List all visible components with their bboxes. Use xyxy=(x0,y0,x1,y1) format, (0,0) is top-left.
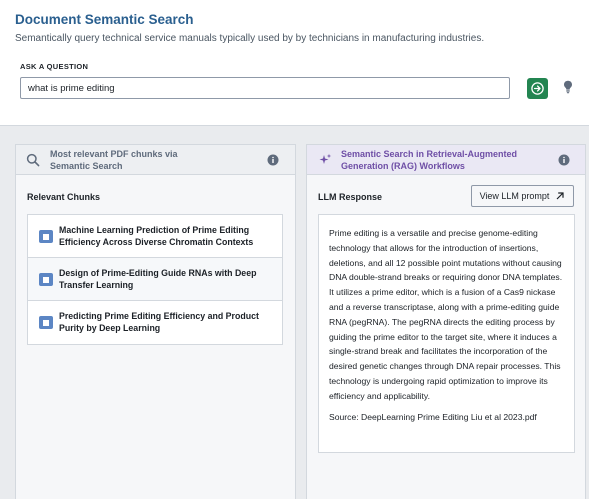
document-icon xyxy=(39,230,53,243)
panel-header: Most relevant PDF chunks via Semantic Se… xyxy=(16,145,295,175)
ask-question-label: ASK A QUESTION xyxy=(20,62,89,71)
sparkle-icon xyxy=(319,153,332,164)
llm-response-heading: LLM Response xyxy=(318,192,383,202)
arrow-top-right-icon xyxy=(557,192,565,200)
document-icon xyxy=(39,316,53,329)
panel-header: Semantic Search in Retrieval-Augmented G… xyxy=(307,145,585,175)
chunk-title: Machine Learning Prediction of Prime Edi… xyxy=(59,225,254,247)
submit-button[interactable] xyxy=(527,78,548,99)
llm-response-text: Prime editing is a versatile and precise… xyxy=(329,228,563,401)
header-area: Document Semantic Search Semantically qu… xyxy=(0,0,589,126)
list-item[interactable]: Predicting Prime Editing Efficiency and … xyxy=(28,301,282,344)
panel-title: Most relevant PDF chunks via Semantic Se… xyxy=(50,149,178,171)
chunk-title: Predicting Prime Editing Efficiency and … xyxy=(59,311,259,333)
chunk-list: Machine Learning Prediction of Prime Edi… xyxy=(27,214,283,345)
document-icon xyxy=(39,273,53,286)
relevant-chunks-panel: Most relevant PDF chunks via Semantic Se… xyxy=(15,144,296,499)
list-item[interactable]: Machine Learning Prediction of Prime Edi… xyxy=(28,215,282,258)
page-title: Document Semantic Search xyxy=(15,12,194,27)
list-item[interactable]: Design of Prime-Editing Guide RNAs with … xyxy=(28,258,282,301)
view-llm-prompt-label: View LLM prompt xyxy=(479,191,550,201)
question-input[interactable] xyxy=(20,77,510,99)
info-icon[interactable] xyxy=(558,154,570,166)
view-llm-prompt-button[interactable]: View LLM prompt xyxy=(471,185,574,207)
page-subtitle: Semantically query technical service man… xyxy=(15,33,485,44)
chunk-title: Design of Prime-Editing Guide RNAs with … xyxy=(59,268,257,290)
relevant-chunks-heading: Relevant Chunks xyxy=(27,192,101,202)
panel-title: Semantic Search in Retrieval-Augmented G… xyxy=(341,149,518,171)
info-icon[interactable] xyxy=(267,154,279,166)
rag-panel: Semantic Search in Retrieval-Augmented G… xyxy=(306,144,586,499)
search-icon xyxy=(26,153,40,167)
response-source: Source: DeepLearning Prime Editing Liu e… xyxy=(329,411,537,422)
hint-button[interactable] xyxy=(563,80,573,99)
lightbulb-icon xyxy=(564,80,572,94)
llm-response-box: Prime editing is a versatile and precise… xyxy=(318,214,575,453)
arrow-right-circle-icon xyxy=(531,82,544,95)
